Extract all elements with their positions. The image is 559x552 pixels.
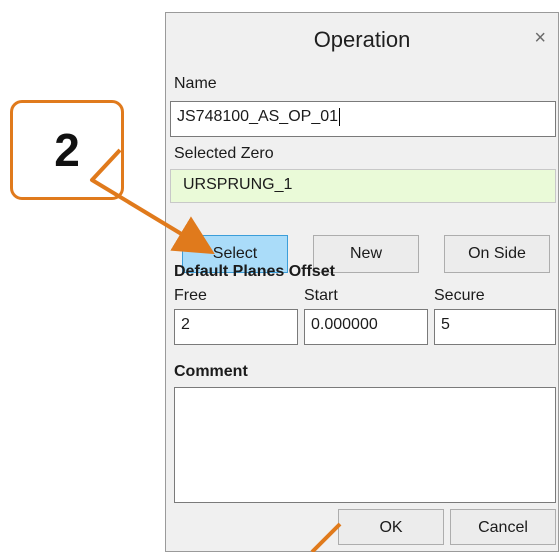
comment-label: Comment	[174, 363, 248, 380]
name-field[interactable]: JS748100_AS_OP_01	[170, 101, 556, 137]
on-side-button[interactable]: On Side	[444, 235, 550, 273]
start-label: Start	[304, 287, 338, 304]
name-value: JS748100_AS_OP_01	[177, 108, 339, 126]
start-input[interactable]: 0.000000	[304, 309, 428, 345]
name-label: Name	[174, 75, 217, 92]
selected-zero-field: URSPRUNG_1	[170, 169, 556, 203]
secure-value: 5	[441, 316, 450, 333]
title-bar: Operation ×	[166, 13, 558, 69]
selected-zero-value: URSPRUNG_1	[183, 176, 293, 193]
free-input[interactable]: 2	[174, 309, 298, 345]
cancel-button[interactable]: Cancel	[450, 509, 556, 545]
close-icon[interactable]: ×	[534, 27, 546, 50]
comment-textarea[interactable]	[174, 387, 556, 503]
dialog-title: Operation	[313, 27, 411, 52]
free-label: Free	[174, 287, 207, 304]
selected-zero-label: Selected Zero	[174, 145, 274, 162]
secure-input[interactable]: 5	[434, 309, 556, 345]
operation-dialog: Operation × Name JS748100_AS_OP_01 Selec…	[165, 12, 559, 552]
callout-box: 2	[10, 100, 124, 200]
secure-label: Secure	[434, 287, 485, 304]
default-planes-offset-label: Default Planes Offset	[174, 263, 335, 280]
free-value: 2	[181, 316, 190, 333]
ok-button[interactable]: OK	[338, 509, 444, 545]
callout-number: 2	[54, 124, 80, 176]
start-value: 0.000000	[311, 316, 378, 333]
text-caret	[339, 108, 341, 126]
